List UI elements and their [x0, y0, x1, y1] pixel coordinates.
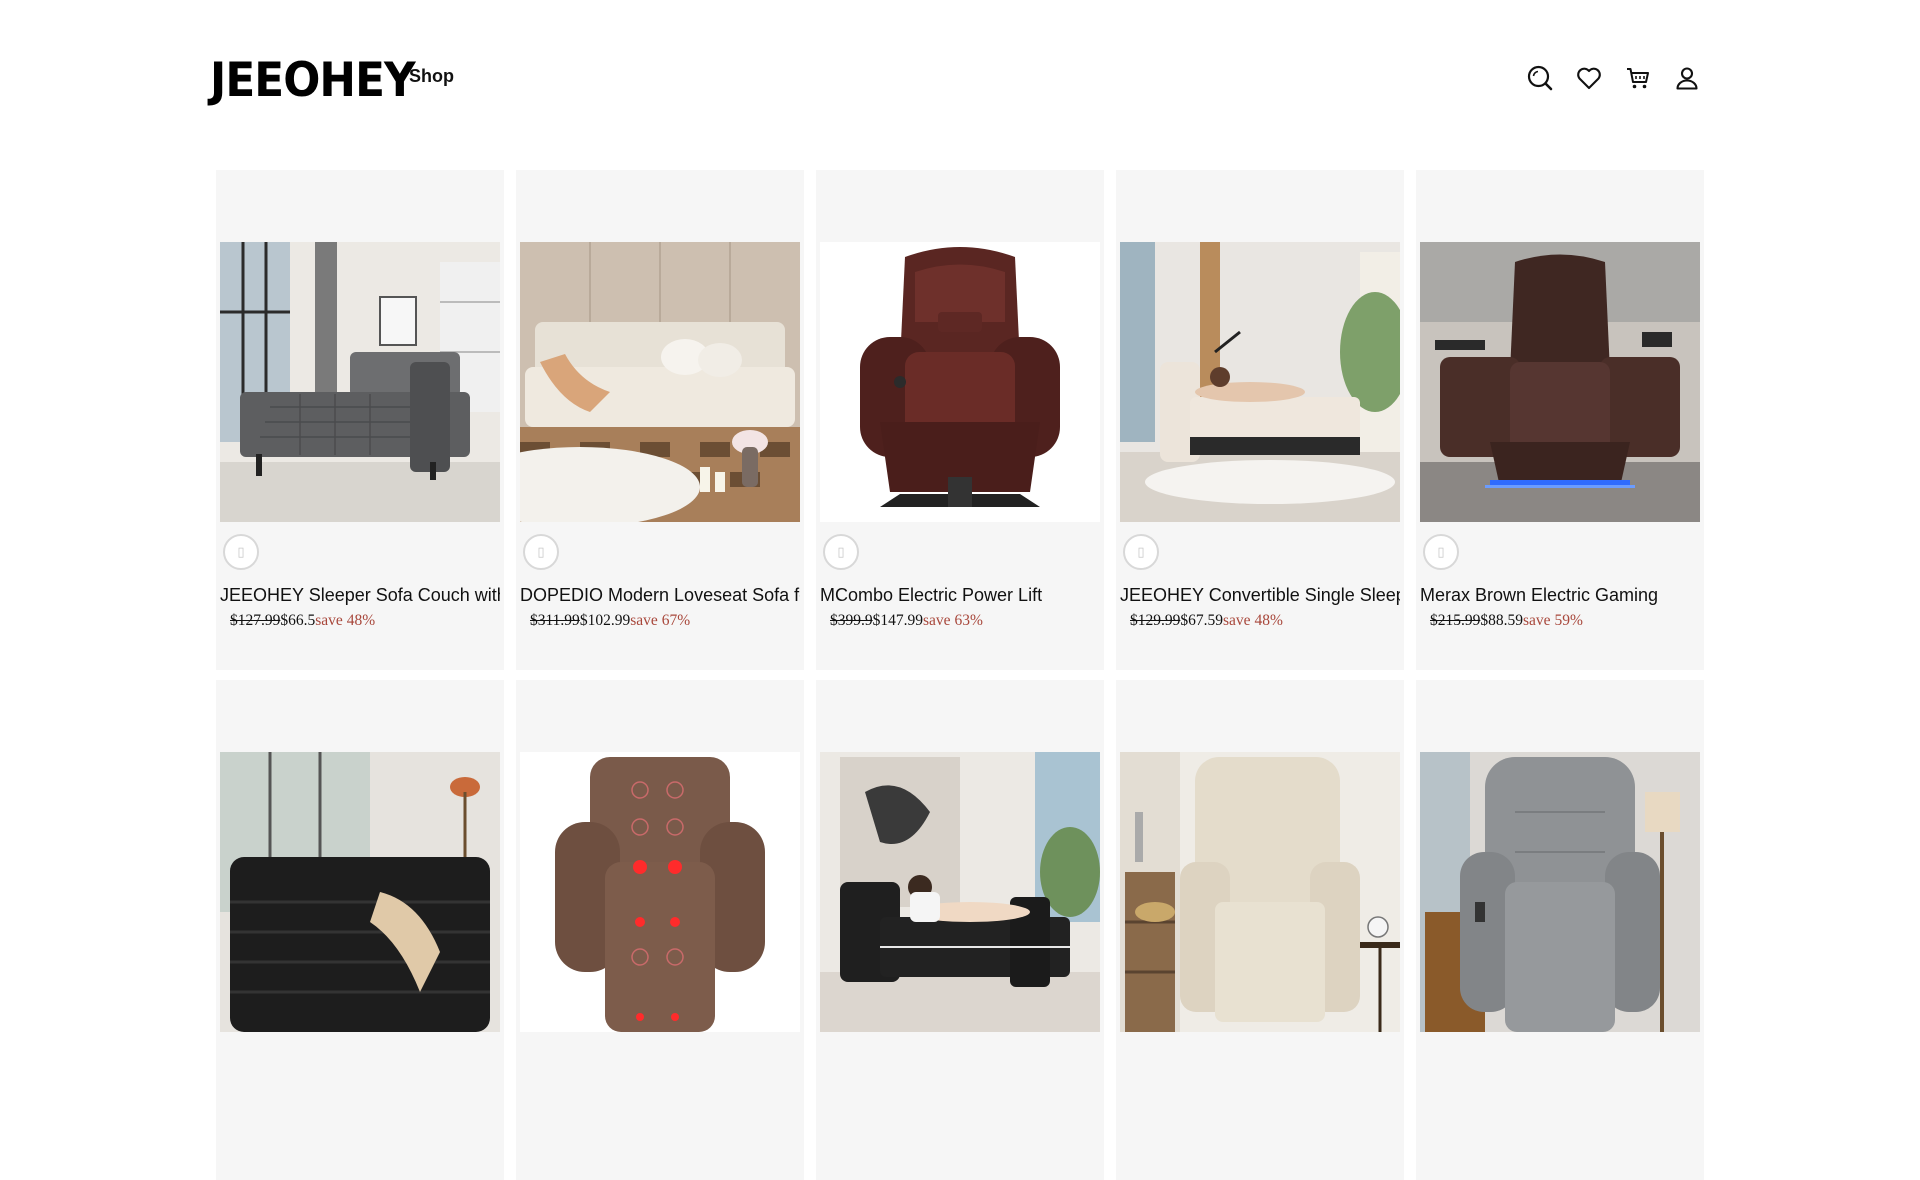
cart-icon[interactable]	[1624, 64, 1652, 92]
color-swatch[interactable]: ▯	[523, 534, 559, 570]
user-icon[interactable]	[1673, 64, 1701, 92]
color-swatch[interactable]: ▯	[1423, 534, 1459, 570]
product-card[interactable]: ▯ MCombo Electric Power Lift $399.9$147.…	[816, 170, 1104, 670]
product-image[interactable]	[1120, 752, 1400, 1032]
header-icon-bar	[1526, 64, 1701, 92]
product-card[interactable]	[816, 680, 1104, 1180]
product-price: $215.99$88.59save 59%	[1430, 612, 1583, 630]
discount-badge: 63%	[954, 612, 983, 629]
product-price: $129.99$67.59save 48%	[1130, 612, 1283, 630]
product-image[interactable]	[220, 752, 500, 1032]
product-image[interactable]	[520, 752, 800, 1032]
original-price: $129.99	[1130, 612, 1181, 629]
product-card[interactable]: ▯ JEEOHEY Convertible Single Sleeper $12…	[1116, 170, 1404, 670]
color-swatch[interactable]: ▯	[223, 534, 259, 570]
discount-badge: 48%	[1254, 612, 1283, 629]
product-price: $127.99$66.5save 48%	[230, 612, 375, 630]
save-label: save	[1223, 612, 1251, 629]
color-swatch[interactable]: ▯	[823, 534, 859, 570]
discount-badge: 48%	[346, 612, 376, 629]
product-image[interactable]	[1420, 752, 1700, 1032]
color-swatch[interactable]: ▯	[1123, 534, 1159, 570]
product-title[interactable]: MCombo Electric Power Lift	[820, 583, 1100, 607]
product-title[interactable]: DOPEDIO Modern Loveseat Sofa for	[520, 583, 800, 607]
product-price: $311.99$102.99save 67%	[530, 612, 690, 630]
product-grid: ▯ JEEOHEY Sleeper Sofa Couch with $127.9…	[216, 170, 1706, 1180]
product-card[interactable]	[1116, 680, 1404, 1180]
product-card[interactable]: ▯ Merax Brown Electric Gaming $215.99$88…	[1416, 170, 1704, 670]
search-icon[interactable]	[1526, 64, 1554, 92]
save-label: save	[923, 612, 951, 629]
original-price: $399.9	[830, 612, 873, 629]
product-title[interactable]: JEEOHEY Sleeper Sofa Couch with	[220, 583, 500, 607]
product-title[interactable]: JEEOHEY Convertible Single Sleeper	[1120, 583, 1400, 607]
save-label: save	[630, 612, 658, 629]
product-image[interactable]	[220, 242, 500, 522]
sale-price: $147.99	[872, 612, 923, 629]
product-card[interactable]	[1416, 680, 1704, 1180]
sale-price: $102.99	[579, 612, 631, 629]
sale-price: $67.59	[1180, 612, 1223, 629]
brand-logo[interactable]: JEEOHEY	[210, 57, 416, 105]
discount-badge: 67%	[661, 612, 691, 629]
product-card[interactable]: ▯ DOPEDIO Modern Loveseat Sofa for $311.…	[516, 170, 804, 670]
product-title[interactable]: Merax Brown Electric Gaming	[1420, 583, 1700, 607]
heart-icon[interactable]	[1575, 64, 1603, 92]
original-price: $215.99	[1430, 612, 1481, 629]
product-card[interactable]	[216, 680, 504, 1180]
product-image[interactable]	[820, 242, 1100, 522]
save-label: save	[315, 612, 343, 629]
original-price: $311.99	[530, 612, 580, 629]
site-header: JEEOHEY Shop	[0, 0, 1920, 140]
product-image[interactable]	[1120, 242, 1400, 522]
save-label: save	[1523, 612, 1551, 629]
product-image[interactable]	[820, 752, 1100, 1032]
nav-shop-link[interactable]: Shop	[409, 66, 454, 87]
original-price: $127.99	[230, 612, 281, 629]
product-card[interactable]	[516, 680, 804, 1180]
sale-price: $88.59	[1480, 612, 1523, 629]
product-image[interactable]	[520, 242, 800, 522]
product-image[interactable]	[1420, 242, 1700, 522]
sale-price: $66.5	[280, 612, 316, 629]
product-card[interactable]: ▯ JEEOHEY Sleeper Sofa Couch with $127.9…	[216, 170, 504, 670]
product-price: $399.9$147.99save 63%	[830, 612, 983, 630]
discount-badge: 59%	[1554, 612, 1583, 629]
